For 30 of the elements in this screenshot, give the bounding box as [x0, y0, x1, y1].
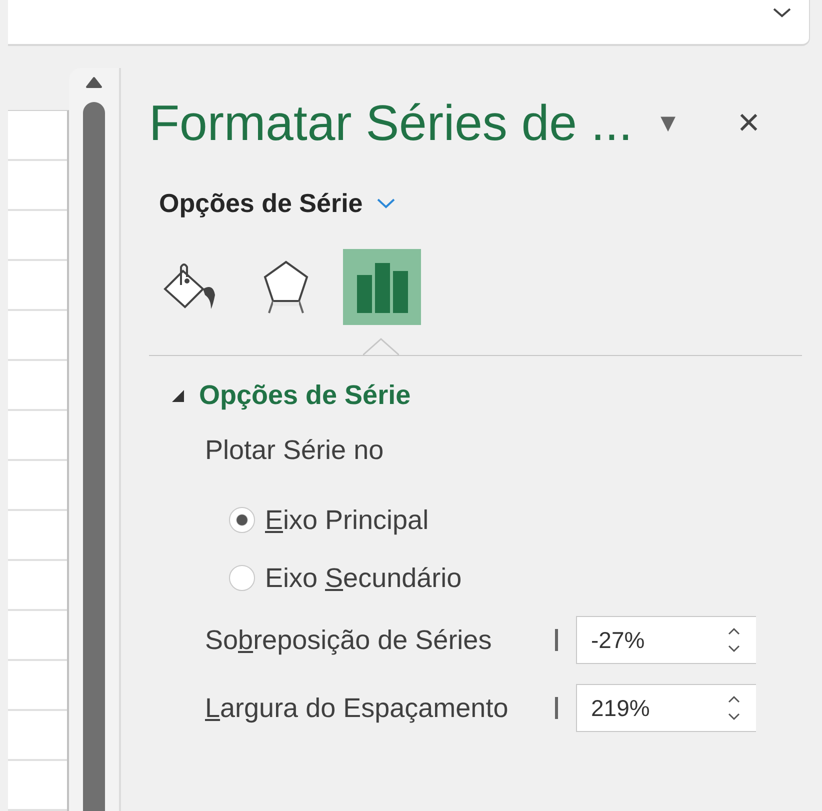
radio-option[interactable]: Eixo Secundário — [229, 564, 802, 592]
chevron-down-icon[interactable] — [773, 8, 791, 18]
radio-button[interactable] — [229, 507, 255, 533]
spin-down-icon[interactable] — [728, 713, 740, 721]
bar-chart-icon — [355, 261, 409, 313]
radio-button[interactable] — [229, 565, 255, 591]
spin-up-icon[interactable] — [728, 627, 740, 635]
radio-label: Eixo Secundário — [265, 562, 462, 594]
spin-up-icon[interactable] — [728, 695, 740, 703]
slider-marker[interactable] — [555, 629, 558, 651]
collapse-triangle-icon[interactable] — [171, 388, 185, 402]
section-title[interactable]: Opções de Série — [199, 380, 411, 411]
spin-field[interactable]: 219% — [576, 684, 756, 732]
pentagon-icon — [261, 259, 311, 315]
close-button[interactable]: × — [732, 104, 766, 142]
radio-option[interactable]: Eixo Principal — [229, 506, 802, 534]
field-label: Sobreposição de Séries — [205, 624, 493, 656]
pane-menu-button[interactable]: ▾ — [654, 108, 682, 138]
spin-down-icon[interactable] — [728, 645, 740, 653]
scroll-up-icon[interactable] — [84, 76, 104, 88]
scroll-thumb[interactable] — [83, 102, 105, 811]
field-label: Largura do Espaçamento — [205, 692, 510, 724]
pane-title: Formatar Séries de ... — [149, 94, 632, 152]
spin-value: 219% — [591, 694, 651, 722]
slider-marker[interactable] — [555, 697, 558, 719]
plot-label: Plotar Série no — [205, 435, 385, 466]
options-dropdown[interactable]: Opções de Série — [159, 188, 363, 219]
radio-label: Eixo Principal — [265, 504, 429, 536]
spin-value: -27% — [591, 626, 646, 654]
spin-field[interactable]: -27% — [576, 616, 756, 664]
